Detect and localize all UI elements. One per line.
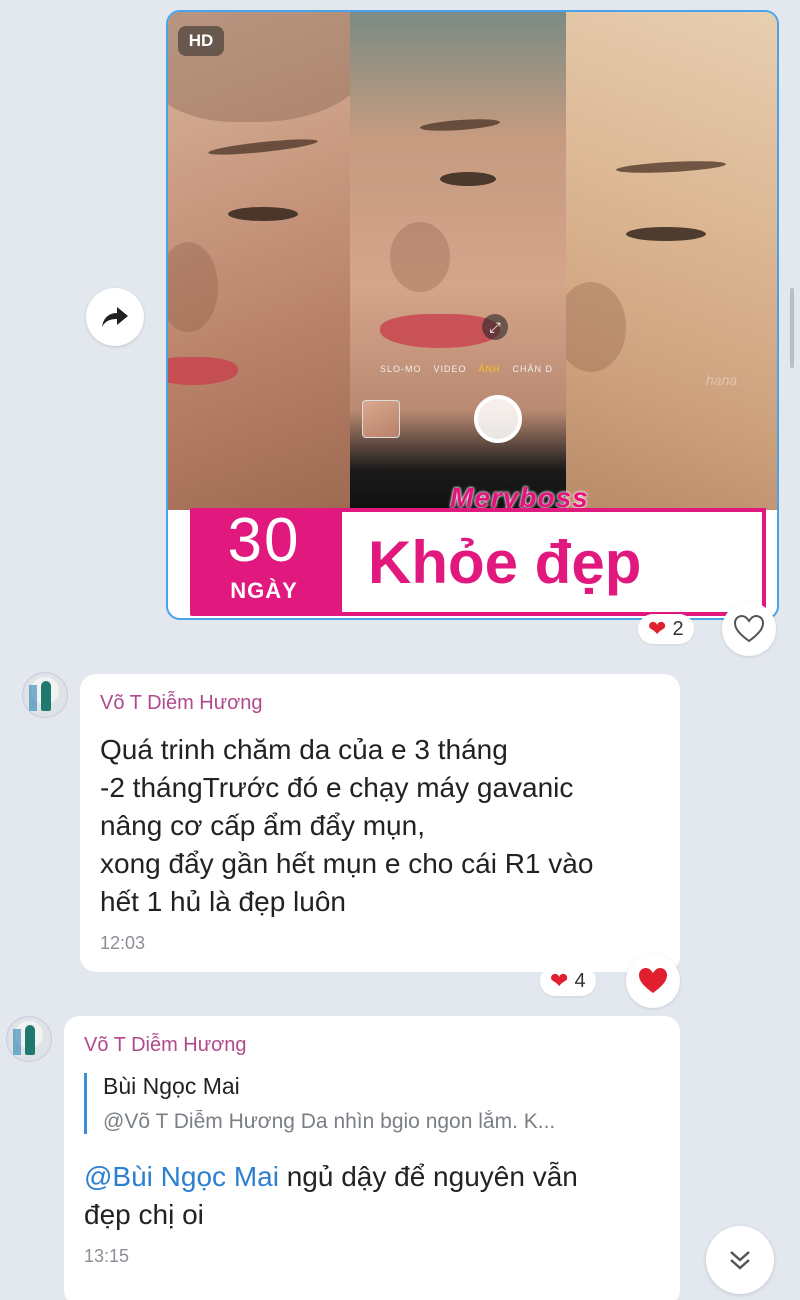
hd-badge: HD [178,26,224,56]
sender-name[interactable]: Võ T Diễm Hương [100,692,660,715]
before-photo [168,12,352,510]
message-text: Quá trinh chăm da của e 3 tháng -2 tháng… [100,734,594,917]
react-button[interactable] [626,954,680,1008]
heart-outline-icon [734,615,764,643]
message-bubble[interactable]: Võ T Diễm Hương Quá trinh chăm da của e … [80,674,680,972]
reaction-count[interactable]: ❤ 4 [540,966,596,996]
banner-days: 30 NGÀY [190,508,338,616]
message-time: 12:03 [100,933,146,953]
avatar[interactable] [6,1016,52,1062]
heart-icon: ❤ [550,968,569,993]
message-time: 13:15 [84,1246,130,1266]
mention-link[interactable]: @Bùi Ngọc Mai [84,1161,279,1192]
banner-number: 30 [227,506,301,575]
camera-thumbnail [362,400,400,438]
message-text: @Bùi Ngọc Mai ngủ dậy để nguyên vẫn đẹp … [84,1161,578,1230]
sender-name[interactable]: Võ T Diễm Hương [84,1034,660,1057]
message-bubble[interactable]: Võ T Diễm Hương Bùi Ngọc Mai @Võ T Diễm … [64,1016,680,1300]
shutter-icon [474,395,522,443]
scrollbar[interactable] [790,288,794,368]
share-button[interactable] [86,288,144,346]
image-message[interactable]: SLO-MO VIDEO ẢNH CHÂN D ⤢ hana HD Merybo… [166,10,779,620]
share-arrow-icon [102,307,128,327]
progress-photo: SLO-MO VIDEO ẢNH CHÂN D ⤢ [350,12,566,510]
banner-title: Khỏe đẹp [338,508,766,616]
quote-sender: Bùi Ngọc Mai [103,1073,240,1099]
heart-filled-icon [639,968,667,993]
react-button[interactable] [722,602,776,656]
heart-icon: ❤ [648,616,667,641]
reply-quote[interactable]: Bùi Ngọc Mai @Võ T Diễm Hương Da nhìn bg… [84,1073,660,1134]
quote-text: @Võ T Diễm Hương Da nhìn bgio ngon lắm. … [103,1110,556,1133]
chevron-double-down-icon [730,1251,750,1270]
expand-icon: ⤢ [482,314,508,340]
reaction-count[interactable]: ❤ 2 [638,614,694,644]
banner-unit: NGÀY [230,578,298,603]
camera-modes: SLO-MO VIDEO ẢNH CHÂN D [380,364,554,374]
avatar[interactable] [22,672,68,718]
after-photo: hana [566,12,777,510]
scroll-to-bottom-button[interactable] [706,1226,774,1294]
